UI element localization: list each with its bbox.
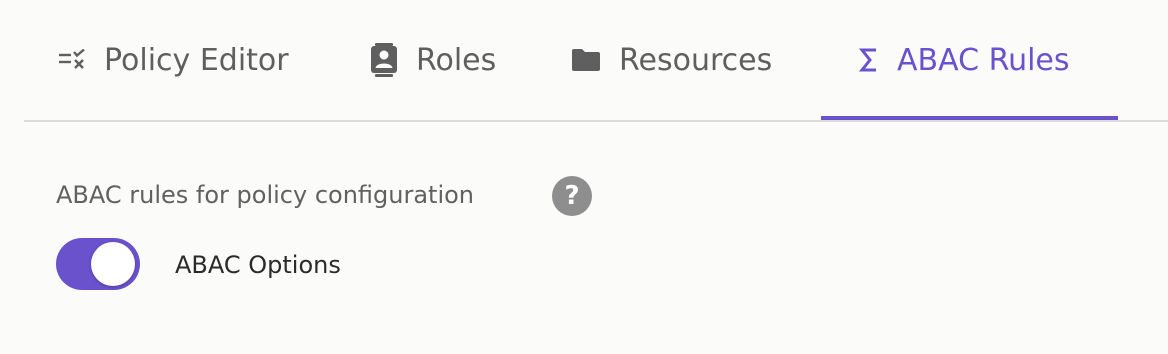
tab-roles[interactable]: Roles — [370, 0, 496, 120]
active-tab-indicator — [821, 116, 1118, 120]
list-check-icon — [58, 49, 86, 71]
tab-bar: Policy Editor Roles Resources ABAC Rules — [24, 0, 1168, 122]
tab-label: Roles — [416, 42, 497, 78]
abac-options-label: ABAC Options — [175, 251, 341, 279]
sigma-icon — [859, 48, 879, 72]
help-icon[interactable]: ? — [552, 176, 592, 216]
tab-policy-editor[interactable]: Policy Editor — [58, 0, 289, 120]
abac-settings-page: Policy Editor Roles Resources ABAC Rules… — [0, 0, 1168, 354]
tab-label: Policy Editor — [104, 42, 289, 78]
contact-card-icon — [370, 43, 398, 77]
tab-label: ABAC Rules — [897, 42, 1070, 78]
section-title: ABAC rules for policy configuration — [56, 181, 475, 209]
tab-abac-rules[interactable]: ABAC Rules — [859, 0, 1070, 120]
folder-icon — [571, 48, 601, 72]
abac-options-toggle[interactable] — [56, 238, 140, 290]
tab-label: Resources — [619, 42, 773, 78]
toggle-knob — [91, 242, 135, 286]
tab-resources[interactable]: Resources — [571, 0, 772, 120]
help-glyph: ? — [564, 181, 580, 211]
